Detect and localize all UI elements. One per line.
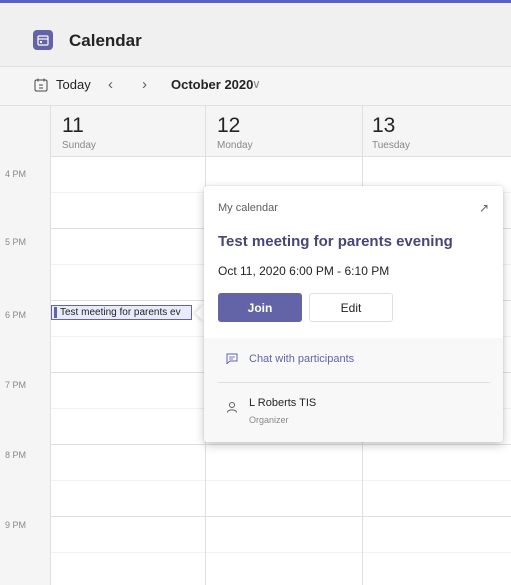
organizer-name: L Roberts TIS <box>249 397 317 409</box>
join-button[interactable]: Join <box>218 293 302 322</box>
popup-divider <box>218 382 490 383</box>
half-hour-line <box>50 552 511 553</box>
time-label: 8 PM <box>5 450 27 460</box>
event-details-popup: My calendar ↗ Test meeting for parents e… <box>204 186 503 442</box>
expand-icon[interactable]: ↗ <box>479 201 489 215</box>
event-chip[interactable]: Test meeting for parents ev <box>51 305 192 320</box>
hour-line <box>50 516 511 517</box>
time-label: 4 PM <box>5 169 27 179</box>
month-selector[interactable]: October 2020 <box>171 77 253 92</box>
chevron-left-icon[interactable]: ‹ <box>108 76 113 93</box>
hour-line <box>50 156 511 157</box>
time-label: 5 PM <box>5 237 27 247</box>
today-button[interactable]: Today <box>56 77 91 92</box>
calendar-label: My calendar <box>218 202 278 214</box>
time-label: 7 PM <box>5 380 27 390</box>
chevron-right-icon[interactable]: › <box>142 76 147 93</box>
calendar-toolbar: Today ‹ › October 2020 ∨ <box>0 67 511 106</box>
day-number: 13 <box>372 114 396 137</box>
column-divider <box>50 106 51 585</box>
chat-with-participants-link[interactable]: Chat with participants <box>249 353 354 365</box>
organizer-role: Organizer <box>249 415 289 425</box>
event-title: Test meeting for parents evening <box>218 233 453 250</box>
day-header-monday[interactable]: 12 Monday <box>217 114 253 151</box>
chat-icon <box>226 353 238 364</box>
app-title: Calendar <box>69 31 142 50</box>
chevron-down-icon[interactable]: ∨ <box>252 77 261 91</box>
time-label: 9 PM <box>5 520 27 530</box>
day-header-sunday[interactable]: 11 Sunday <box>62 114 96 151</box>
time-label: 6 PM <box>5 310 27 320</box>
person-icon <box>227 402 237 413</box>
day-column-sunday[interactable] <box>51 156 205 585</box>
day-header-row: 11 Sunday 12 Monday 13 Tuesday <box>0 106 511 156</box>
day-header-tuesday[interactable]: 13 Tuesday <box>372 114 410 151</box>
day-name: Tuesday <box>372 140 410 151</box>
app-header: Calendar <box>0 3 511 67</box>
hour-line <box>50 444 511 445</box>
edit-button[interactable]: Edit <box>309 293 393 322</box>
day-name: Monday <box>217 140 253 151</box>
day-number: 12 <box>217 114 241 137</box>
day-number: 11 <box>62 114 84 137</box>
today-icon[interactable] <box>34 78 48 92</box>
half-hour-line <box>50 480 511 481</box>
calendar-app-icon <box>33 30 53 50</box>
event-datetime: Oct 11, 2020 6:00 PM - 6:10 PM <box>218 264 390 278</box>
day-name: Sunday <box>62 140 96 151</box>
